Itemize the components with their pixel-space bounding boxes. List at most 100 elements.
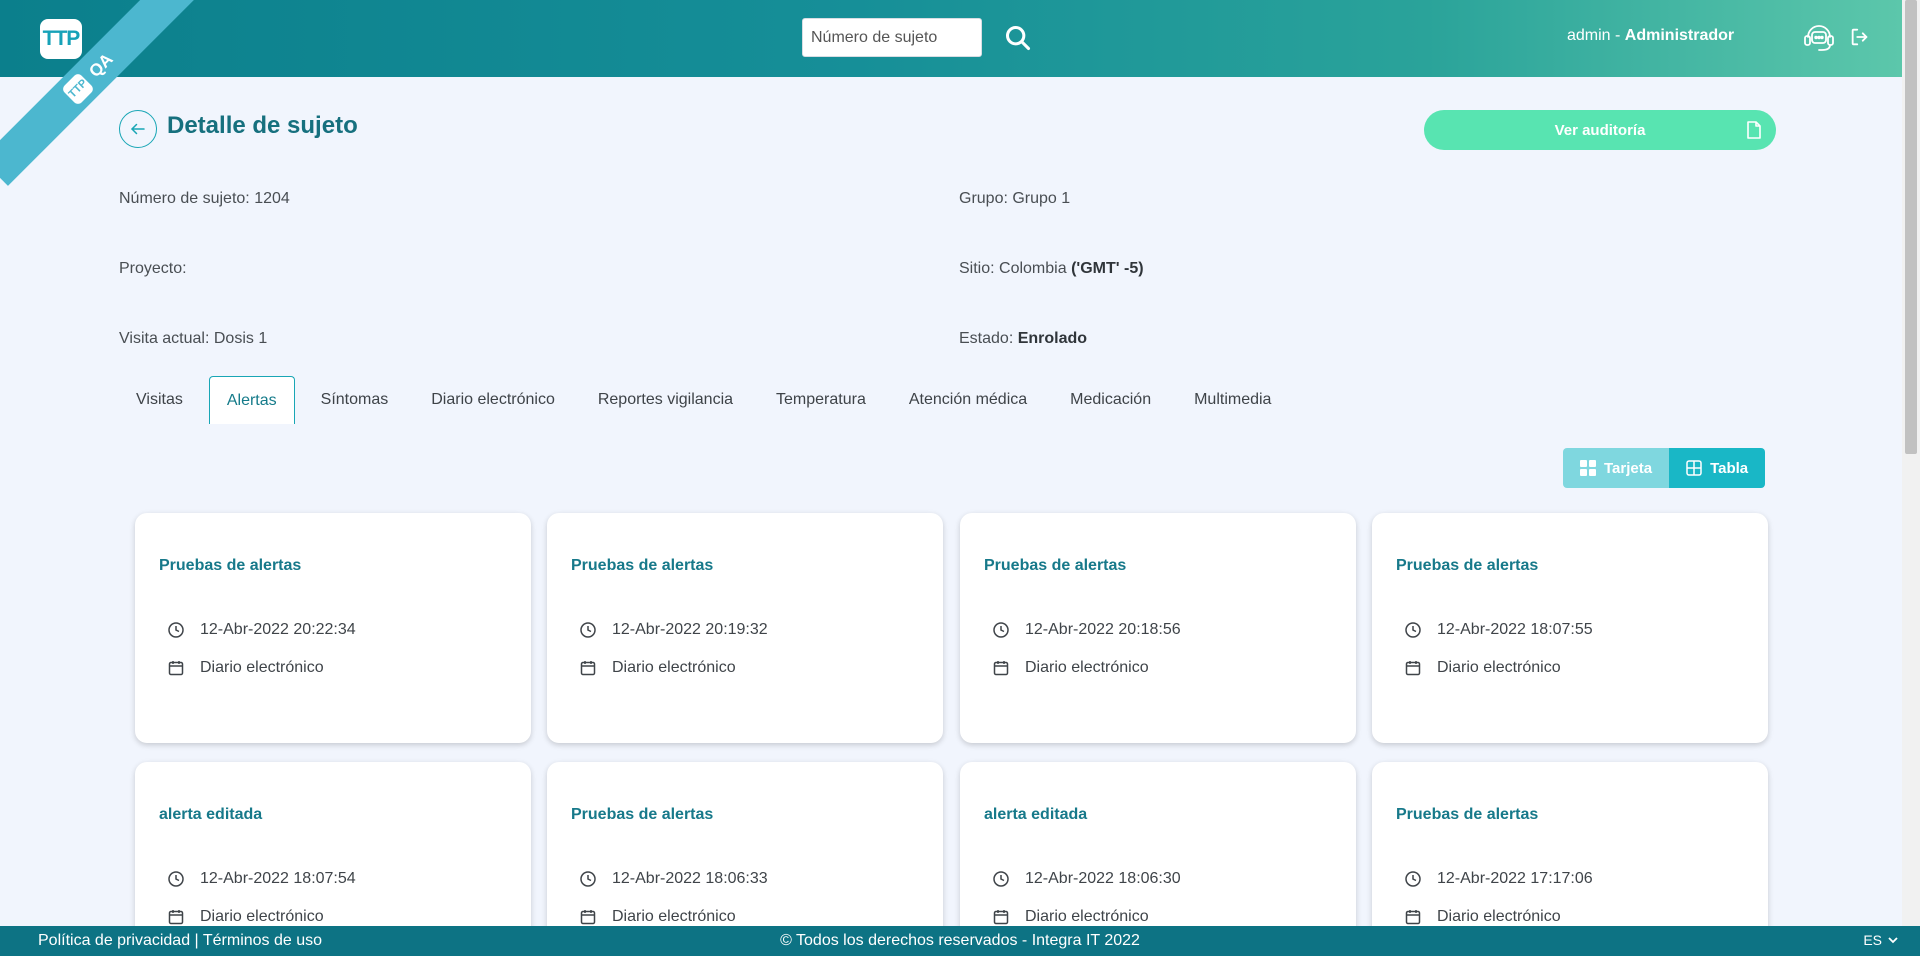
alert-card-source: Diario electrónico	[612, 908, 736, 925]
status-label: Estado:	[959, 330, 1018, 347]
alert-card-title: Pruebas de alertas	[1396, 806, 1539, 823]
alert-card-source: Diario electrónico	[200, 908, 324, 925]
alert-card-datetime-row: 12-Abr-2022 17:17:06	[1404, 870, 1593, 888]
back-button[interactable]	[119, 110, 157, 148]
alert-card-title: Pruebas de alertas	[984, 557, 1127, 574]
clock-icon	[993, 871, 1009, 887]
alert-card-datetime: 12-Abr-2022 20:18:56	[1025, 621, 1181, 638]
alert-card-datetime: 12-Abr-2022 18:07:54	[200, 870, 356, 887]
group-label: Grupo:	[959, 190, 1013, 207]
alert-card-datetime: 12-Abr-2022 17:17:06	[1437, 870, 1593, 887]
top-bar: TTP admin - Administrador	[0, 0, 1902, 77]
alert-card-datetime-row: 12-Abr-2022 20:19:32	[579, 621, 768, 639]
alert-card-source: Diario electrónico	[200, 659, 324, 676]
clock-icon	[1405, 871, 1421, 887]
tab-sintomas[interactable]: Síntomas	[304, 376, 406, 424]
scrollbar-thumb[interactable]	[1905, 0, 1917, 454]
view-audit-button[interactable]: Ver auditoría	[1424, 110, 1776, 150]
group-value: Grupo 1	[1012, 190, 1071, 207]
alert-card-datetime: 12-Abr-2022 18:07:55	[1437, 621, 1593, 638]
card-view-button[interactable]: Tarjeta	[1563, 448, 1670, 488]
tab-atencion-medica[interactable]: Atención médica	[892, 376, 1044, 424]
alert-card-datetime-row: 12-Abr-2022 20:22:34	[167, 621, 356, 639]
search-icon[interactable]	[1004, 24, 1032, 52]
calendar-icon	[168, 661, 184, 676]
view-toggle: Tarjeta Tabla	[1563, 448, 1766, 488]
current-visit-label: Visita actual:	[119, 330, 214, 347]
calendar-icon	[1405, 910, 1421, 925]
alert-card-source-row: Diario electrónico	[167, 908, 324, 926]
calendar-icon	[993, 661, 1009, 676]
alert-card-datetime-row: 12-Abr-2022 18:06:33	[579, 870, 768, 888]
clock-icon	[993, 622, 1009, 638]
alert-card-datetime: 12-Abr-2022 18:06:33	[612, 870, 768, 887]
page-title: Detalle de sujeto	[167, 112, 358, 139]
clock-icon	[580, 871, 596, 887]
arrow-left-icon	[131, 123, 145, 135]
project-label: Proyecto:	[119, 260, 187, 277]
tab-temperatura[interactable]: Temperatura	[759, 376, 883, 424]
subject-tabs: Visitas Alertas Síntomas Diario electrón…	[119, 376, 1297, 424]
alert-card-source-row: Diario electrónico	[992, 659, 1149, 677]
subject-search-input[interactable]	[802, 18, 982, 57]
chevron-down-icon	[1888, 937, 1898, 944]
table-view-button[interactable]: Tabla	[1669, 448, 1766, 488]
alert-card-source: Diario electrónico	[1025, 908, 1149, 925]
alert-card-source: Diario electrónico	[1025, 659, 1149, 676]
tab-multimedia[interactable]: Multimedia	[1177, 376, 1288, 424]
calendar-icon	[580, 661, 596, 676]
subject-number-label: Número de sujeto:	[119, 190, 255, 207]
table-view-label: Tabla	[1710, 459, 1749, 477]
project-field: Proyecto:	[119, 260, 187, 278]
alert-card[interactable]: Pruebas de alertas 12-Abr-2022 18:07:55 …	[1372, 513, 1768, 743]
site-value: Colombia	[999, 260, 1067, 277]
alert-card-title: alerta editada	[984, 806, 1088, 823]
alert-card-source-row: Diario electrónico	[1404, 908, 1561, 926]
copyright-text: © Todos los derechos reservados - Integr…	[780, 932, 1140, 949]
user-role: Administrador	[1624, 27, 1735, 44]
alert-card-source-row: Diario electrónico	[1404, 659, 1561, 677]
tab-alertas[interactable]: Alertas	[208, 376, 295, 424]
alert-card-source-row: Diario electrónico	[579, 908, 736, 926]
tab-visitas[interactable]: Visitas	[119, 376, 200, 424]
app-logo[interactable]: TTP	[40, 19, 82, 59]
footer: Política de privacidad | Términos de uso…	[0, 926, 1920, 956]
alert-card-title: alerta editada	[159, 806, 263, 823]
clock-icon	[168, 871, 184, 887]
logout-icon[interactable]	[1849, 26, 1871, 48]
qa-ribbon-logo: TTP	[61, 71, 96, 106]
alert-card-title: Pruebas de alertas	[571, 806, 714, 823]
user-name: admin	[1567, 27, 1611, 44]
alert-card-title: Pruebas de alertas	[1396, 557, 1539, 574]
alert-card-datetime-row: 12-Abr-2022 18:07:55	[1404, 621, 1593, 639]
tab-reportes-vigilancia[interactable]: Reportes vigilancia	[581, 376, 750, 424]
card-view-label: Tarjeta	[1604, 459, 1653, 477]
alert-card[interactable]: Pruebas de alertas 12-Abr-2022 20:22:34 …	[135, 513, 531, 743]
subject-number-value: 1204	[254, 190, 290, 207]
alert-card-source: Diario electrónico	[612, 659, 736, 676]
tab-medicacion[interactable]: Medicación	[1053, 376, 1168, 424]
status-value: Enrolado	[1017, 330, 1088, 347]
table-icon	[1686, 460, 1702, 476]
alert-card[interactable]: Pruebas de alertas 12-Abr-2022 20:18:56 …	[960, 513, 1356, 743]
current-visit-value: Dosis 1	[213, 330, 268, 347]
logo-text: TTP	[42, 27, 81, 50]
alert-card-source: Diario electrónico	[1437, 908, 1561, 925]
alert-card-source: Diario electrónico	[1437, 659, 1561, 676]
alert-card-datetime: 12-Abr-2022 18:06:30	[1025, 870, 1181, 887]
view-audit-label: Ver auditoría	[1554, 121, 1646, 139]
tab-diario-electronico[interactable]: Diario electrónico	[414, 376, 572, 424]
page-scrollbar[interactable]	[1902, 0, 1920, 926]
alert-card[interactable]: Pruebas de alertas 12-Abr-2022 20:19:32 …	[547, 513, 943, 743]
alert-card-datetime: 12-Abr-2022 20:22:34	[200, 621, 356, 638]
support-headset-icon[interactable]	[1802, 20, 1836, 54]
alert-card-title: Pruebas de alertas	[571, 557, 714, 574]
alert-card-source-row: Diario electrónico	[579, 659, 736, 677]
clock-icon	[168, 622, 184, 638]
language-selector[interactable]: ES	[1863, 932, 1898, 948]
user-info: admin - Administrador	[1567, 27, 1734, 45]
qa-ribbon-label: QA	[85, 49, 117, 82]
calendar-icon	[1405, 661, 1421, 676]
clock-icon	[580, 622, 596, 638]
alert-card-title: Pruebas de alertas	[159, 557, 302, 574]
